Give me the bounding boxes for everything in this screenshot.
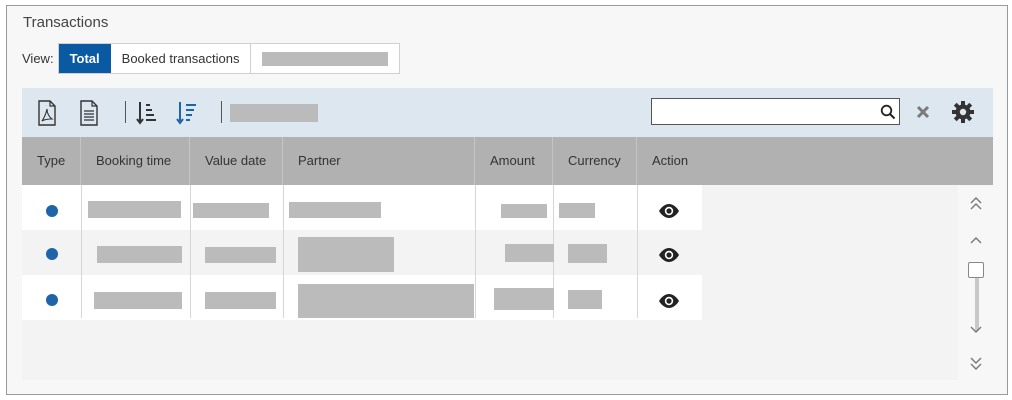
view-switcher: View: Total Booked transactions: [22, 43, 401, 74]
sort-ascending-icon[interactable]: [135, 100, 159, 126]
view-option-redacted[interactable]: [251, 44, 399, 73]
eye-icon[interactable]: [658, 203, 680, 219]
table-body: [22, 185, 958, 380]
redacted-label: [262, 51, 389, 66]
redacted-amount: [494, 288, 554, 310]
scroll-to-bottom-icon[interactable]: [966, 353, 986, 373]
scroll-thumb[interactable]: [968, 262, 984, 278]
search-input[interactable]: [651, 98, 900, 125]
column-header-booking-time[interactable]: Booking time: [81, 137, 190, 185]
redacted-partner: [298, 237, 394, 272]
column-header-amount[interactable]: Amount: [475, 137, 553, 185]
scroll-down-icon[interactable]: [966, 319, 986, 339]
redacted-booking-time: [88, 201, 181, 218]
booked-status-icon: [46, 205, 58, 217]
column-divider: [190, 185, 191, 318]
pdf-export-icon[interactable]: [35, 100, 59, 126]
column-header-currency[interactable]: Currency: [553, 137, 637, 185]
eye-icon[interactable]: [658, 247, 680, 263]
sort-descending-icon[interactable]: [175, 100, 199, 126]
scroll-up-icon[interactable]: [966, 231, 986, 251]
view-segmented-control: Total Booked transactions: [57, 43, 401, 74]
view-option-booked-transactions[interactable]: Booked transactions: [111, 44, 252, 73]
redacted-booking-time: [97, 246, 182, 263]
scroll-to-top-icon[interactable]: [966, 194, 986, 214]
booked-status-icon: [46, 248, 58, 260]
redacted-value-date: [205, 292, 276, 309]
redacted-amount: [505, 244, 554, 262]
toolbar-separator: [221, 101, 222, 123]
column-header-value-date[interactable]: Value date: [190, 137, 283, 185]
redacted-partner: [298, 284, 474, 318]
redacted-value-date: [205, 247, 276, 263]
column-divider: [637, 185, 638, 318]
panel-title: Transactions: [23, 14, 109, 31]
booked-status-icon: [46, 294, 58, 306]
redacted-currency: [568, 244, 607, 263]
table-toolbar: [22, 88, 993, 137]
redacted-booking-time: [94, 292, 182, 309]
column-divider: [283, 185, 284, 318]
column-header-type[interactable]: Type: [22, 137, 81, 185]
redacted-value-date: [193, 203, 269, 218]
gear-icon[interactable]: [951, 100, 975, 124]
column-header-action: Action: [652, 153, 689, 168]
column-divider: [475, 185, 476, 318]
redacted-currency: [568, 290, 602, 309]
transactions-panel: Transactions View: Total Booked transact…: [6, 5, 1008, 395]
column-divider: [81, 185, 82, 318]
view-label: View:: [22, 51, 54, 66]
table-header: Type Booking time Value date Partner Amo…: [22, 137, 993, 185]
document-export-icon[interactable]: [77, 100, 101, 126]
search-icon[interactable]: [880, 104, 896, 120]
redacted-partner: [289, 202, 381, 218]
column-header-partner[interactable]: Partner: [283, 137, 475, 185]
toolbar-separator: [125, 101, 126, 123]
redacted-currency: [559, 203, 595, 218]
clear-icon[interactable]: [916, 105, 930, 119]
vertical-scrollbar: [963, 191, 989, 381]
view-option-total[interactable]: Total: [58, 44, 111, 73]
redacted-toolbar-label: [230, 104, 318, 122]
eye-icon[interactable]: [658, 293, 680, 309]
redacted-amount: [501, 204, 547, 218]
